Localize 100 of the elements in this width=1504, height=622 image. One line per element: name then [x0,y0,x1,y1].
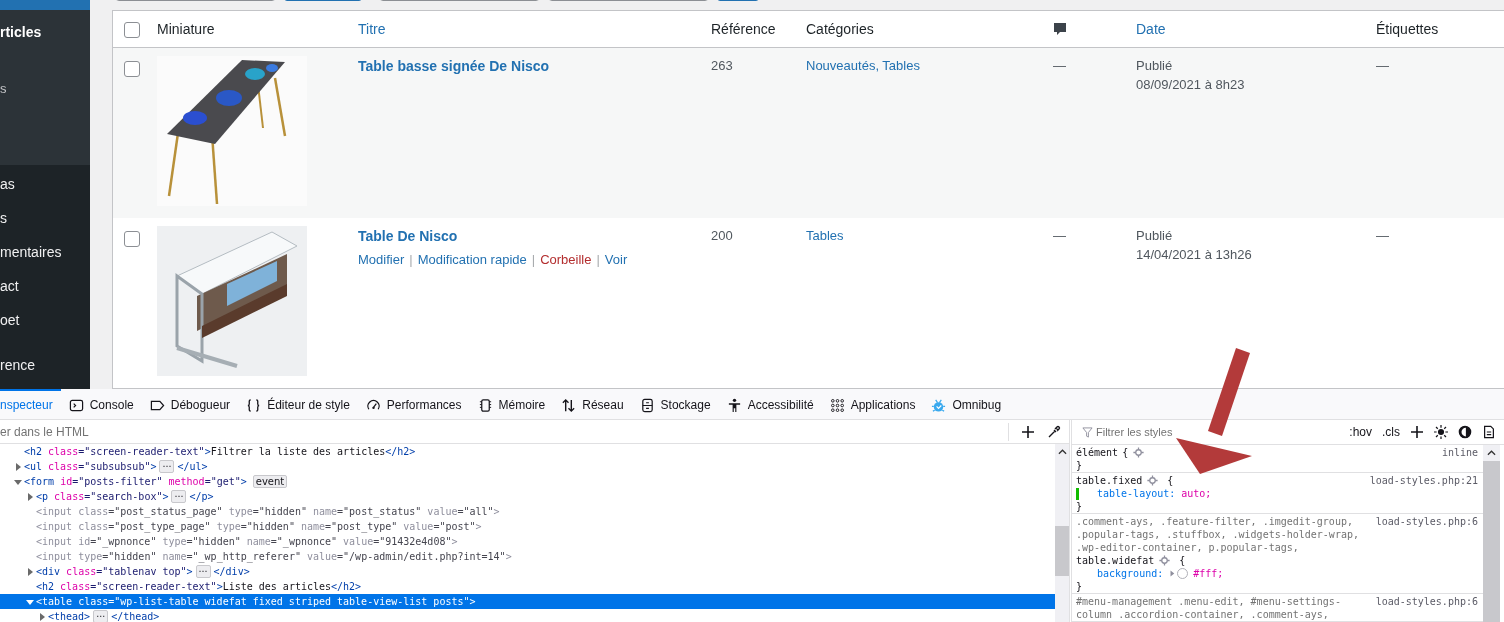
collapsed-content-badge[interactable]: ⋯ [171,490,187,503]
html-markup: <h2 class="screen-reader-text">Liste des articles</h2> [36,580,362,594]
html-markup: <thead> [48,610,91,622]
html-markup: <input id="_wpnonce" type="hidden" name="_wpnonce" value="91432e4d08"> [36,535,458,549]
devtools-tab[interactable]: nspecteur [0,389,61,419]
devtools-tab[interactable]: Mémoire [469,389,554,419]
row-action-link[interactable]: Voir [604,250,628,270]
sun-icon[interactable] [1434,425,1448,439]
dot-grid-icon [829,397,845,413]
gear-icon[interactable] [1147,475,1159,486]
html-markup: </p> [189,490,214,504]
post-title-link[interactable]: Table basse signée De Nisco [358,56,550,76]
console-icon [68,397,84,413]
row-action-link[interactable]: Modification rapide [417,250,527,270]
html-markup: <input class="post_status_page" type="hidden" name="post_status" value="all"> [36,505,500,519]
expand-triangle-icon[interactable] [1169,570,1176,577]
post-status: Publié [1136,57,1174,75]
separator: | [596,251,600,269]
column-header: Miniature [157,21,215,37]
css-selector: élément [1076,446,1119,459]
devtools-tab[interactable]: Accessibilité [718,389,822,419]
collapsed-content-badge[interactable]: ⋯ [93,610,109,622]
devtools-tab[interactable]: Omnibug [923,389,1010,419]
table-cell: — [1053,228,1066,243]
devtools-tab[interactable]: Applications [821,389,924,419]
bug-icon [931,397,947,413]
stylesheet-link[interactable]: load-styles.php:6 [1375,515,1478,528]
contrast-icon[interactable] [1458,425,1472,439]
stylesheet-link[interactable]: load-styles.php:6 [1375,595,1478,608]
separator: | [409,251,413,269]
table-cell: — [1376,228,1389,243]
scrollbar[interactable] [1055,444,1069,622]
devtools-tab[interactable]: Performances [357,389,470,419]
column-header: Référence [711,21,776,37]
scroll-up-icon[interactable] [1057,449,1067,455]
collapsed-content-badge[interactable]: ⋯ [195,565,211,578]
closing-brace: } [1076,459,1084,472]
braces-icon [246,397,262,413]
gear-icon[interactable] [1159,555,1171,566]
category-link[interactable]: Tables [806,228,844,243]
menu-item[interactable]: act [0,276,90,310]
post-date: 08/09/2021 à 8h23 [1136,76,1246,94]
table-cell: — [1053,58,1066,73]
scroll-up-icon[interactable] [1487,450,1496,456]
row-action-link[interactable]: Modifier [358,250,405,270]
collapsed-triangle-icon[interactable] [26,567,34,576]
post-date: 14/04/2021 à 13h26 [1136,246,1253,264]
row-checkbox[interactable] [124,230,140,247]
collapsed-triangle-icon[interactable] [38,612,46,621]
css-property: table-layout: [1097,488,1176,499]
document-icon[interactable] [1482,425,1496,439]
menu-item[interactable]: oet [0,310,90,344]
devtools-tab[interactable]: Stockage [631,389,719,419]
category-link[interactable]: Nouveautés, Tables [806,58,920,73]
chip-icon [477,397,493,413]
collapsed-content-badge[interactable]: ⋯ [159,460,175,473]
sortable-column-header[interactable]: Titre [358,21,386,37]
opening-brace: { [1167,475,1174,486]
menu-item[interactable]: mentaires [0,242,90,276]
html-markup: <ul class="subsubsub"> [24,460,157,474]
post-title-link[interactable]: Table De Nisco [358,226,458,246]
menu-item[interactable]: rence [0,355,90,389]
color-swatch[interactable] [1177,568,1189,579]
devtools-tab[interactable]: Réseau [553,389,632,419]
row-action-link[interactable]: Corbeille [540,250,592,270]
comment-icon [1053,22,1067,36]
menu-item[interactable]: as [0,174,90,208]
sortable-column-header[interactable]: Date [1136,21,1166,37]
gear-icon[interactable] [1133,447,1145,458]
collapsed-triangle-icon[interactable] [26,492,34,501]
html-markup: <p class="search-box"> [36,490,169,504]
devtools-tab[interactable]: Débogueur [141,389,239,419]
opening-brace: { [1122,447,1129,458]
select-all-checkbox[interactable] [124,21,140,38]
event-badge[interactable]: event [252,475,288,488]
add-icon[interactable] [1410,425,1424,439]
add-icon[interactable] [1021,424,1035,439]
css-selector: .comment-ays, .feature-filter, .imgedit-group, .popular-tags, .stuffbox, .widgets-holder-wrap, .wp-editor-container, p.popular-tags, [1076,515,1360,554]
up-down-arrows-icon [561,397,577,413]
collapsed-triangle-icon[interactable] [14,462,22,471]
stylesheet-link[interactable]: load-styles.php:21 [1369,474,1478,487]
css-selector: #menu-management .menu-edit, #menu-settings-column .accordion-container, .comment-ays, [1076,595,1342,621]
stylesheet-link[interactable]: inline [1441,446,1478,459]
devtools-tab[interactable]: Console [60,389,142,419]
eyedropper-icon[interactable] [1047,424,1061,439]
submenu-item[interactable]: s [0,79,90,99]
css-value: #fff; [1193,568,1224,579]
column-header: Catégories [806,21,874,37]
selected-node-row[interactable]: <table class="wp-list-table widefat fixed striped table-view-list posts"> [0,594,1055,609]
toggle-button[interactable]: .cls [1382,425,1400,439]
css-value: auto; [1181,488,1212,499]
expanded-triangle-icon[interactable] [14,477,22,486]
scrollbar[interactable] [1483,445,1500,622]
toggle-button[interactable]: :hov [1349,425,1372,439]
devtools-tab[interactable]: Éditeur de style [238,389,358,419]
menu-item[interactable]: s [0,208,90,242]
table-cell: — [1376,58,1389,73]
menu-heading[interactable]: rticles [0,22,90,79]
row-checkbox[interactable] [124,60,140,77]
expanded-triangle-icon[interactable] [26,597,34,606]
